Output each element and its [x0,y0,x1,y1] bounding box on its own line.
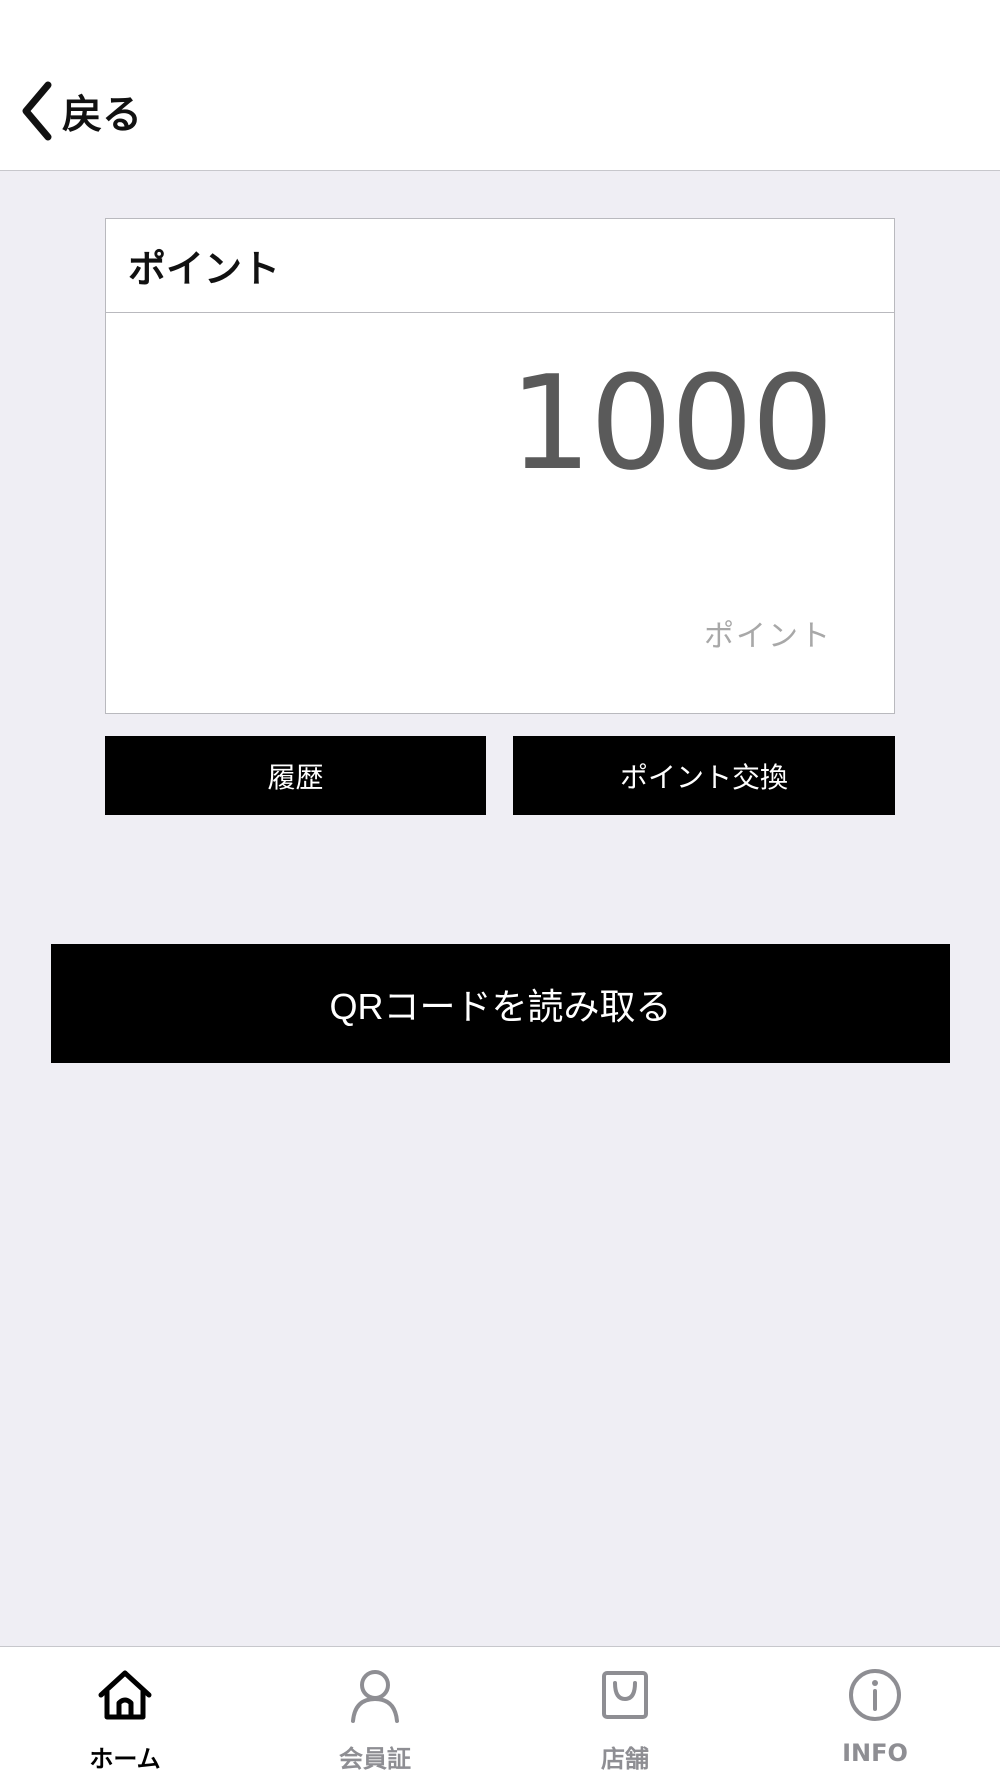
card-title: ポイント [128,247,281,291]
scan-qr-button[interactable]: QRコードを読み取る [51,944,950,1063]
point-exchange-button[interactable]: ポイント交換 [513,736,895,815]
tab-info[interactable]: INFO [750,1647,1000,1778]
home-icon [95,1647,155,1727]
tab-home-label: ホーム [89,1745,161,1773]
info-icon [845,1647,905,1727]
tab-member-card-label: 会員証 [339,1745,411,1773]
tab-bar: ホーム 会員証 店舗 INFO [0,1646,1000,1778]
points-unit: ポイント [704,619,832,654]
tab-store[interactable]: 店舗 [500,1647,750,1778]
navigation-header: 戻る [0,0,1000,171]
back-button[interactable]: 戻る [18,76,142,146]
history-button[interactable]: 履歴 [105,736,486,815]
chevron-left-icon [18,81,54,141]
shopping-bag-icon [595,1647,655,1727]
tab-member-card[interactable]: 会員証 [250,1647,500,1778]
points-card: ポイント 1000 ポイント [105,218,895,714]
back-label: 戻る [62,92,142,138]
tab-home[interactable]: ホーム [0,1647,250,1778]
tab-info-label: INFO [842,1739,908,1767]
points-value: 1000 [509,347,834,499]
tab-store-label: 店舗 [601,1745,649,1773]
action-button-row: 履歴 ポイント交換 [105,736,895,815]
card-title-bar: ポイント [106,219,894,313]
app-screen: 戻る ポイント 1000 ポイント 履歴 ポイント交換 QRコードを読み取る ホ… [0,0,1000,1778]
person-icon [345,1647,405,1727]
